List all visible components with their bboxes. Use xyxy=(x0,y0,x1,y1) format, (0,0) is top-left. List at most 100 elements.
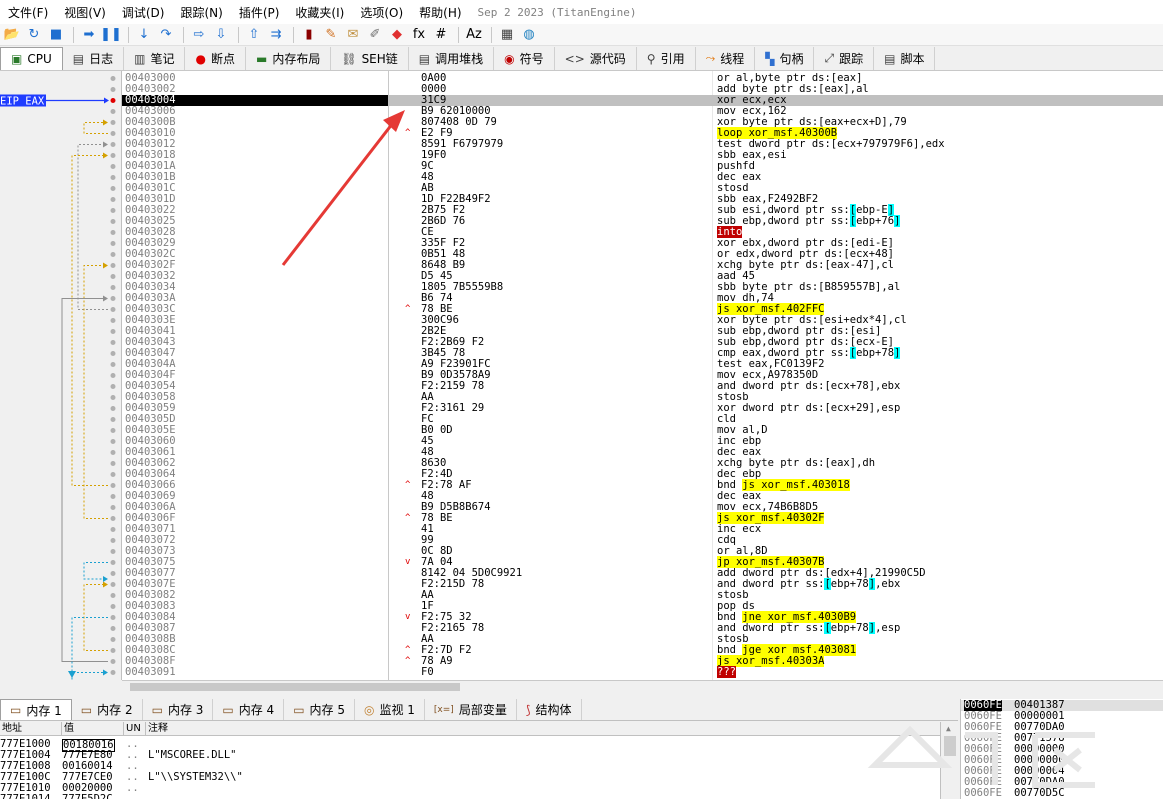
breakpoint-dot[interactable] xyxy=(110,560,116,565)
dump-tab[interactable]: ▭ 内存 1 xyxy=(0,699,72,720)
memory-dump[interactable]: 777E1000 00180016.. 777E1004 777E7E80.. L"MS… xyxy=(0,736,940,799)
pause-icon[interactable]: ❚❚ xyxy=(100,26,122,44)
breakpoint-dot[interactable] xyxy=(110,142,116,147)
tab-log[interactable]: ▤ 日志 xyxy=(63,47,125,70)
dump-tab[interactable]: [x=] 局部变量 xyxy=(425,699,517,720)
dump-tab[interactable]: ▭ 内存 5 xyxy=(284,699,355,720)
breakpoint-dot[interactable] xyxy=(110,670,116,675)
breakpoint-dot[interactable] xyxy=(110,450,116,455)
disasm-row[interactable]: 00403071 41 inc ecx xyxy=(122,524,1163,535)
breakpoint-dot[interactable] xyxy=(110,615,116,620)
disasm-row[interactable]: 00403041 2B2E sub ebp,dword ptr ds:[esi] xyxy=(122,326,1163,337)
breakpoint-dot[interactable] xyxy=(110,131,116,136)
disassembly-view[interactable]: 00403000 0A00 or al,byte ptr ds:[eax] 00403… xyxy=(122,71,1163,680)
disasm-row[interactable]: 0040307E F2:215D 78 and dword ptr ss:[ebp+… xyxy=(122,578,1163,590)
dump-tab[interactable]: ◎ 监视 1 xyxy=(355,699,425,720)
tab-seh-chain[interactable]: ⛓ SEH链 xyxy=(331,47,409,70)
disasm-row[interactable]: 00403072 99 cdq xyxy=(122,535,1163,546)
disasm-row[interactable]: 00403059 F2:3161 29 xor dword ptr ds:[ecx+… xyxy=(122,403,1163,414)
dump-row[interactable]: 777E1000 00180016.. xyxy=(0,739,940,752)
step-over-icon[interactable]: ↷ xyxy=(156,26,176,44)
disasm-row[interactable]: 0040308C F2:7D F2 ^ bnd jge xor_msf.403081 xyxy=(122,644,1163,656)
bookmark-icon[interactable]: ◆ xyxy=(387,26,407,44)
disasm-row[interactable]: 00403083 1F pop ds xyxy=(122,601,1163,612)
dump-row[interactable]: 777E1008 00160014.. xyxy=(0,761,940,772)
scrollbar-thumb[interactable] xyxy=(944,736,956,756)
run-to-user-code-icon[interactable]: ⇉ xyxy=(266,26,286,44)
scylla-icon[interactable]: ▮ xyxy=(299,26,319,44)
disasm-row[interactable]: 00403054 F2:2159 78 and dword ptr ds:[ecx+… xyxy=(122,381,1163,392)
disasm-row[interactable]: 0040301B 48 dec eax xyxy=(122,172,1163,183)
menu-item[interactable]: 帮助(H) xyxy=(411,4,469,21)
disasm-row[interactable]: 00403087 F2:2165 78 and dword ptr ss:[ebp+… xyxy=(122,622,1163,634)
disasm-row[interactable]: 0040302F 8648 B9 xchg byte ptr ds:[eax-47]… xyxy=(122,260,1163,271)
disasm-row[interactable]: 00403018 19F0 sbb eax,esi xyxy=(122,150,1163,161)
disasm-row[interactable]: 00403032 D5 45 aad 45 xyxy=(122,271,1163,282)
breakpoint-dot[interactable] xyxy=(110,329,116,334)
breakpoint-dot[interactable] xyxy=(110,428,116,433)
disasm-row[interactable]: 0040304A A9 F23901FC test eax,FC0139F2 xyxy=(122,359,1163,370)
tab-notes[interactable]: ▥ 笔记 xyxy=(124,47,186,70)
breakpoint-dot[interactable] xyxy=(110,351,116,356)
breakpoint-dot[interactable] xyxy=(110,538,116,543)
tab-memory-map[interactable]: ▬ 内存布局 xyxy=(246,47,332,70)
breakpoint-dot[interactable] xyxy=(110,76,116,81)
disasm-row[interactable]: 00403006 B9 62010000 mov ecx,162 xyxy=(122,106,1163,117)
close-icon[interactable]: ■ xyxy=(46,26,66,44)
trace-over-icon[interactable]: ⇩ xyxy=(211,26,231,44)
breakpoint-dot[interactable] xyxy=(110,263,116,268)
step-into-icon[interactable]: ↓ xyxy=(134,26,154,44)
disasm-row[interactable]: 0040308B AA stosb xyxy=(122,634,1163,645)
disasm-row[interactable]: 00403022 2B75 F2 sub esi,dword ptr ss:[ebp… xyxy=(122,204,1163,216)
breakpoint-dot[interactable] xyxy=(110,318,116,323)
disasm-row[interactable]: 0040301A 9C pushfd xyxy=(122,161,1163,172)
tab-breakpoint[interactable]: ● 断点 xyxy=(185,47,246,70)
breakpoint-dot[interactable] xyxy=(110,362,116,367)
disasm-row[interactable]: 0040306F 78 BE ^ js xor_msf.40302F xyxy=(122,512,1163,524)
execute-till-return-icon[interactable]: ⇧ xyxy=(244,26,264,44)
breakpoint-dot[interactable] xyxy=(110,208,116,213)
breakpoint-dot[interactable] xyxy=(110,483,116,488)
trace-into-icon[interactable]: ⇨ xyxy=(189,26,209,44)
breakpoint-dot[interactable] xyxy=(110,593,116,598)
breakpoint-dot[interactable] xyxy=(110,120,116,125)
breakpoint-dot[interactable] xyxy=(110,252,116,257)
tab-script[interactable]: ▤ 脚本 xyxy=(874,47,936,70)
menu-item[interactable]: 收藏夹(I) xyxy=(287,4,352,21)
breakpoint-dot[interactable] xyxy=(110,109,116,114)
open-folder-icon[interactable]: 📂 xyxy=(2,26,22,44)
breakpoint-dot[interactable] xyxy=(110,175,116,180)
disasm-row[interactable]: 0040305E B0 0D mov al,D xyxy=(122,425,1163,436)
disasm-row[interactable]: 00403010 E2 F9 ^ loop xor_msf.40300B xyxy=(122,127,1163,139)
disasm-row[interactable]: 00403047 3B45 78 cmp eax,dword ptr ss:[ebp… xyxy=(122,347,1163,359)
menu-item[interactable]: 选项(O) xyxy=(352,4,411,21)
disasm-row[interactable]: 0040301C AB stosd xyxy=(122,183,1163,194)
breakpoint-dot[interactable] xyxy=(110,186,116,191)
tab-call-stack[interactable]: ▤ 调用堆栈 xyxy=(409,47,495,70)
dump-tab[interactable]: ▭ 内存 4 xyxy=(213,699,285,720)
run-icon[interactable]: ➡ xyxy=(79,26,99,44)
disasm-row[interactable]: 00403069 48 dec eax xyxy=(122,491,1163,502)
disasm-row[interactable]: 00403073 0C 8D or al,8D xyxy=(122,546,1163,557)
disasm-row[interactable]: 00403064 F2:4D dec ebp xyxy=(122,469,1163,480)
breakpoint-dot[interactable] xyxy=(110,494,116,499)
breakpoint-dot[interactable] xyxy=(110,87,116,92)
restart-icon[interactable]: ↻ xyxy=(24,26,44,44)
breakpoint-dot[interactable] xyxy=(110,659,116,664)
disasm-row[interactable]: 00403077 8142 04 5D0C9921 add dword ptr ds… xyxy=(122,568,1163,579)
font-icon[interactable]: Aᴢ xyxy=(464,26,484,44)
disasm-row[interactable]: 0040308F 78 A9 ^ js xor_msf.40303A xyxy=(122,655,1163,667)
disasm-row[interactable]: 0040303C 78 BE ^ js xor_msf.402FFC xyxy=(122,303,1163,315)
disasm-row[interactable]: 00403000 0A00 or al,byte ptr ds:[eax] xyxy=(122,73,1163,84)
disasm-row[interactable]: 00403028 CE into xyxy=(122,226,1163,238)
disasm-row[interactable]: 00403082 AA stosb xyxy=(122,590,1163,601)
disasm-row[interactable]: 00403062 8630 xchg byte ptr ds:[eax],dh xyxy=(122,458,1163,469)
breakpoint-dot[interactable] xyxy=(110,164,116,169)
breakpoint-dot[interactable] xyxy=(110,582,116,587)
tab-references[interactable]: ⚲ 引用 xyxy=(637,47,696,70)
breakpoint-dot[interactable] xyxy=(110,340,116,345)
menu-item[interactable]: 跟踪(N) xyxy=(172,4,230,21)
dump-vertical-scrollbar[interactable]: ▲ xyxy=(940,722,958,799)
breakpoint-dot[interactable] xyxy=(110,153,116,158)
hash-icon[interactable]: # xyxy=(431,26,451,44)
